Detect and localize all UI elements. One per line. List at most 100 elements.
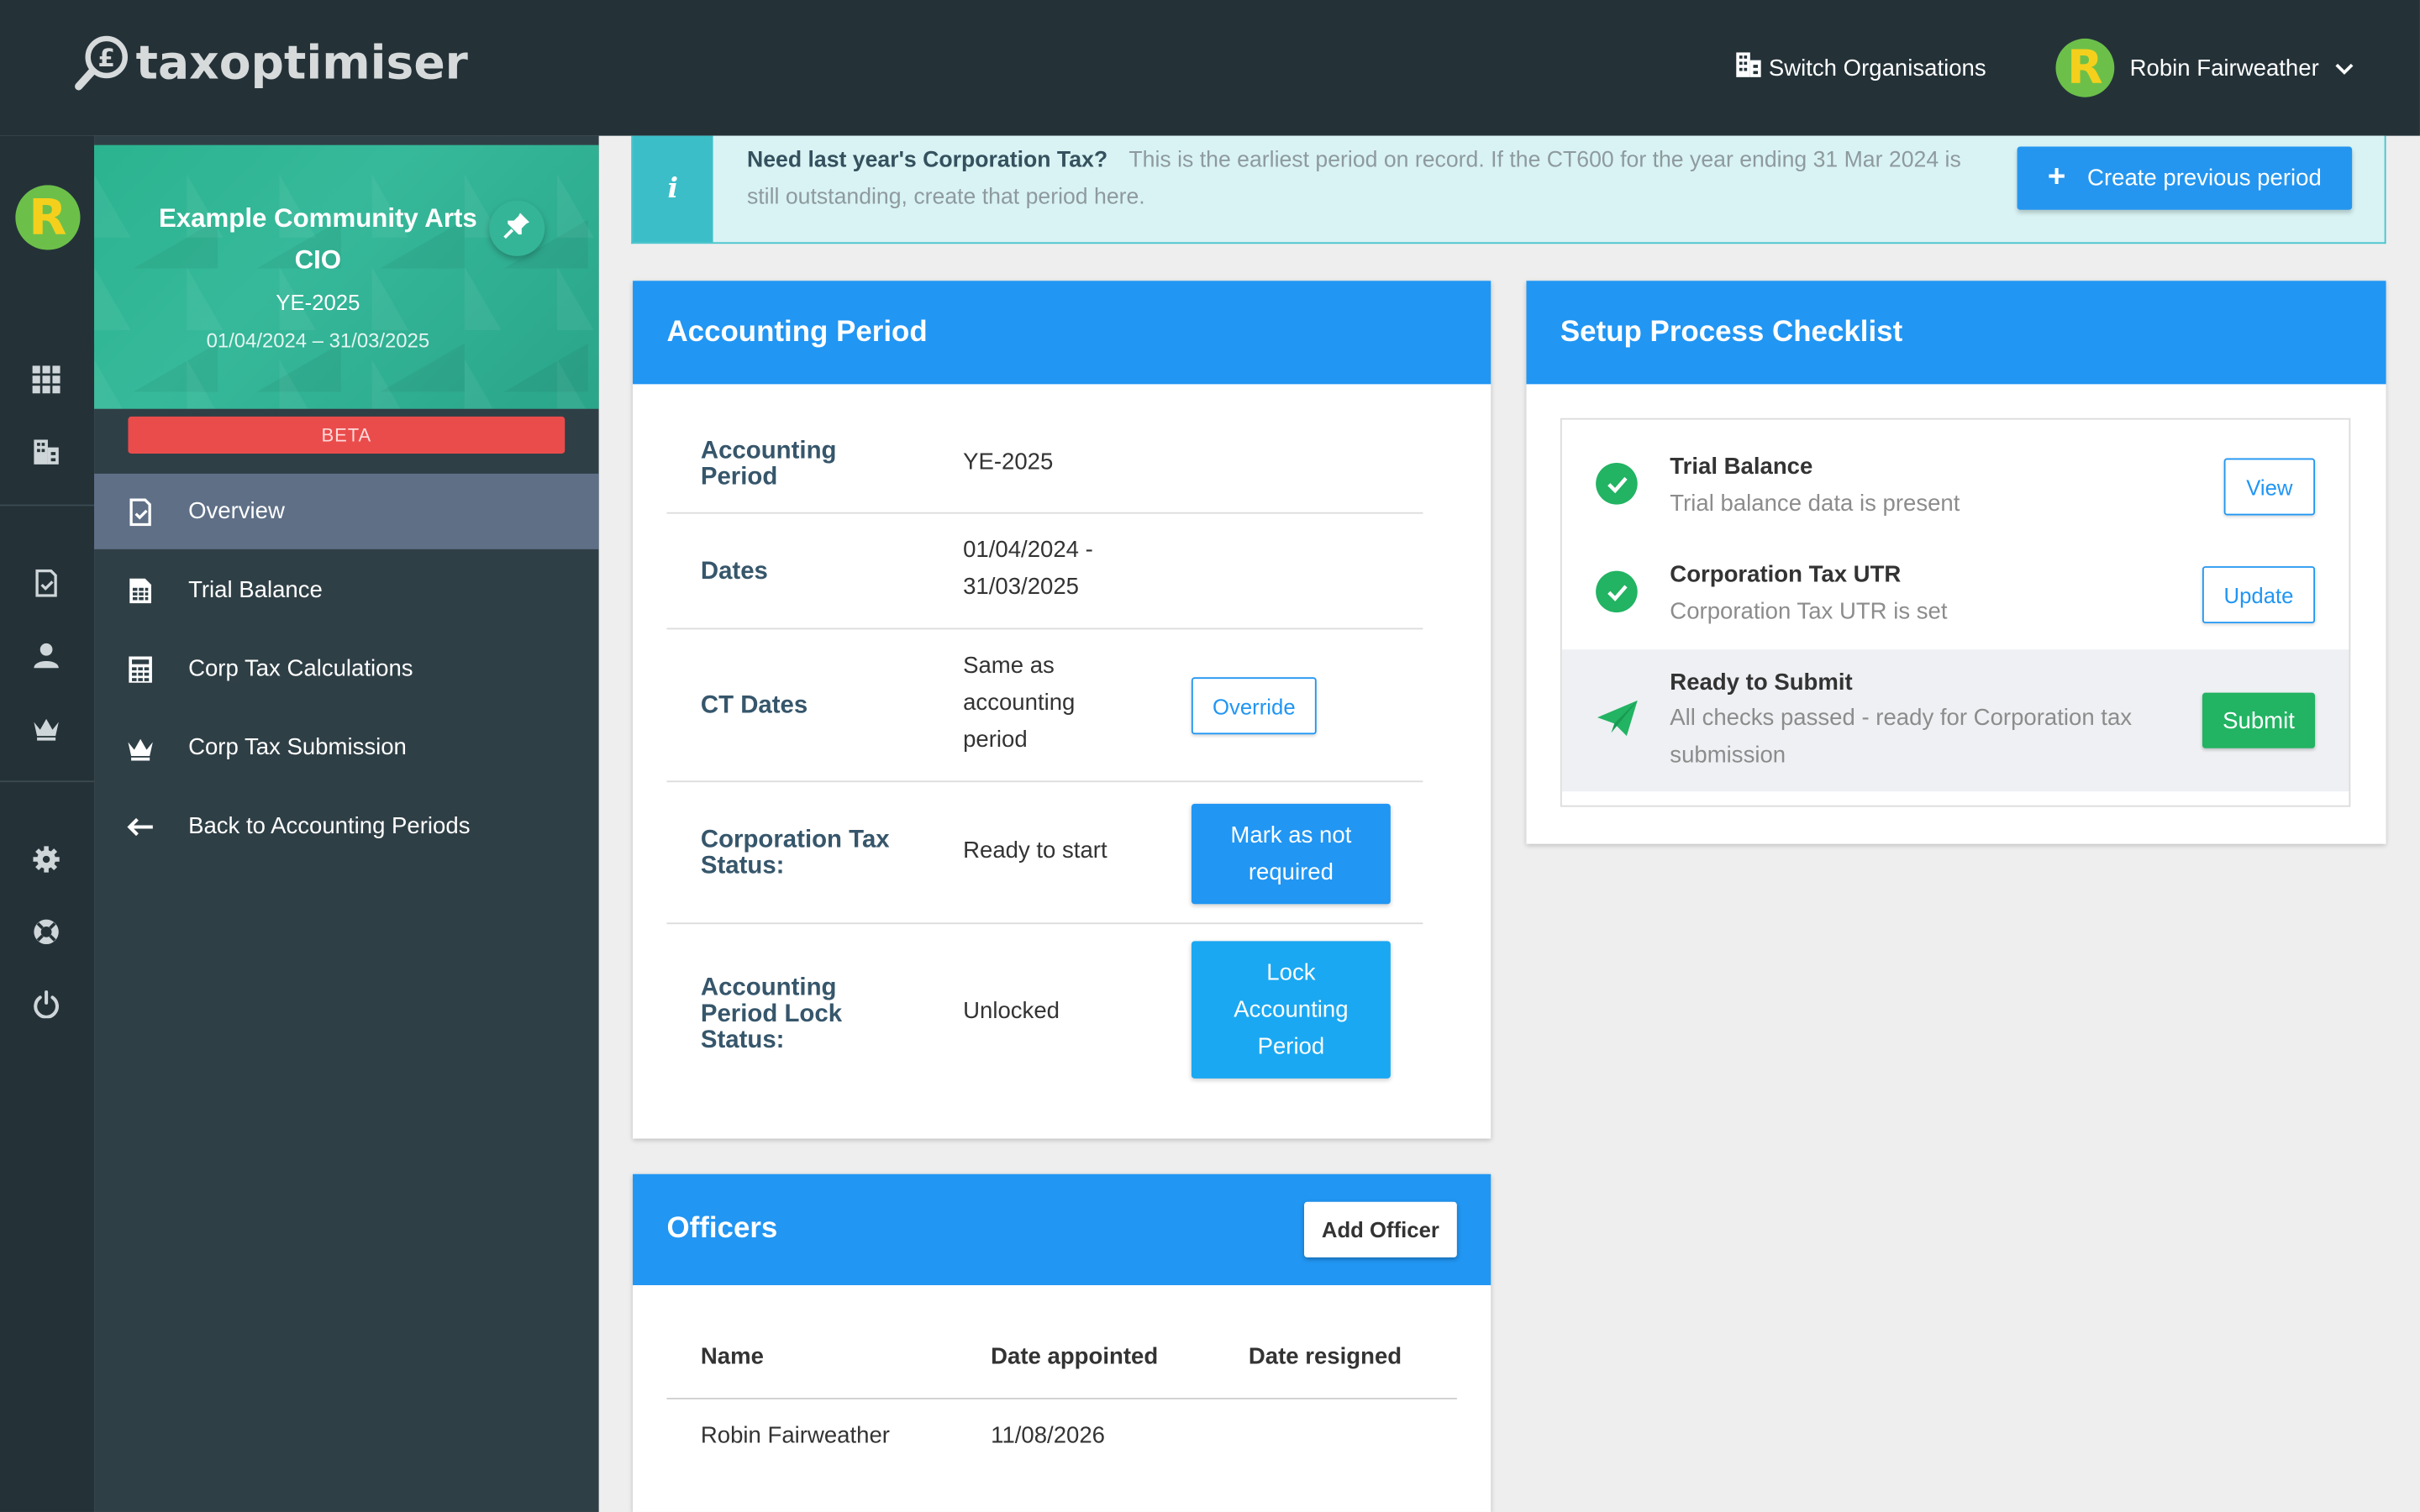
submit-button[interactable]: Submit [2202,692,2316,748]
table-row: Corporation Tax Status: Ready to start M… [666,782,1423,925]
checklist-subtitle: Trial balance data is present [1670,491,1960,517]
card-title: Accounting Period [633,281,1491,385]
paper-plane-icon [1596,699,1639,747]
create-previous-period-label: Create previous period [2087,165,2322,192]
sidebar-item-label: Overview [188,498,285,525]
table-divider [666,1398,1457,1399]
create-previous-period-button[interactable]: + Create previous period [2017,146,2353,210]
user-name: Robin Fairweather [2129,55,2319,81]
checklist-title: Ready to Submit [1670,669,1853,696]
banner-text: Need last year's Corporation Tax? This i… [747,142,1981,216]
crown-icon[interactable] [31,713,62,744]
beta-badge: BETA [128,416,566,454]
chevron-down-icon [2334,55,2353,81]
row-label: Corporation Tax Status: [700,827,890,879]
row-label: CT Dates [700,692,808,719]
override-button[interactable]: Override [1191,677,1317,735]
list-item: Trial Balance Trial balance data is pres… [1562,420,2349,529]
icon-rail: R [0,135,95,1512]
banner-title: Need last year's Corporation Tax? [746,148,1108,173]
card-title: Officers [666,1212,778,1246]
settings-icon[interactable] [31,844,62,875]
overview-icon[interactable] [31,568,62,599]
sidebar-item-label: Back to Accounting Periods [188,812,471,840]
pin-icon [503,211,531,246]
check-circle-icon [1596,570,1638,613]
organisation-card: Example Community Arts CIO YE-2025 01/04… [94,144,599,409]
view-button[interactable]: View [2223,458,2316,516]
sidebar-item-label: Trial Balance [188,576,323,604]
overview-icon [125,497,156,526]
row-value: 01/04/2024 - 31/03/2025 [963,537,1093,601]
help-lifebuoy-icon[interactable] [31,916,62,948]
user-menu[interactable]: R Robin Fairweather [2055,38,2353,97]
sidebar-item-corp-tax-calculations[interactable]: Corp Tax Calculations [94,631,599,706]
setup-checklist-card: Setup Process Checklist Trial Balance Tr… [1526,281,2386,844]
arrow-left-icon [125,816,156,837]
svg-text:£: £ [98,44,115,72]
officer-date-appointed: 11/08/2026 [991,1422,1106,1449]
checklist-title: Corporation Tax UTR [1670,561,1902,588]
table-row: Dates 01/04/2024 - 31/03/2025 [666,514,1423,630]
row-value: Ready to start [963,837,1107,864]
row-value: YE-2025 [963,449,1054,475]
calculator-icon [125,655,156,683]
officers-card: Officers Add Officer Name Date appointed… [633,1173,1491,1512]
spreadsheet-icon [125,576,156,604]
magnifier-pound-icon: £ [74,34,129,92]
sidebar-item-overview[interactable]: Overview [94,473,599,549]
organisation-period: YE-2025 [276,290,360,315]
crown-icon [125,733,156,761]
sidebar-item-trial-balance[interactable]: Trial Balance [94,553,599,628]
logo-text: taxoptimiser [135,36,468,91]
list-item: Corporation Tax UTR Corporation Tax UTR … [1562,529,2349,649]
pin-button[interactable] [489,200,545,256]
apps-grid-icon[interactable] [31,364,62,395]
checklist-subtitle: Corporation Tax UTR is set [1670,598,1948,625]
sidebar-item-corp-tax-submission[interactable]: Corp Tax Submission [94,710,599,785]
check-circle-icon [1596,463,1638,505]
sidebar-item-back-to-accounting-periods[interactable]: Back to Accounting Periods [94,789,599,864]
row-label: Accounting Period [700,438,837,491]
organisation-icon[interactable] [31,437,62,468]
table-row: CT Dates Same as accounting period Overr… [666,629,1423,783]
switch-organisations-label: Switch Organisations [1768,55,1986,81]
avatar: R [2055,38,2115,97]
logo[interactable]: £ taxoptimiser [74,34,468,92]
row-label: Dates [700,558,768,585]
column-header: Name [700,1343,764,1370]
row-label: Accounting Period Lock Status: [700,974,843,1054]
list-item: Ready to Submit All checks passed - read… [1561,649,2349,792]
top-bar: £ taxoptimiser Switch Organisations R Ro [0,0,2420,136]
row-value: Same as accounting period [963,652,1076,753]
organisation-dates: 01/04/2024 – 31/03/2025 [206,328,430,352]
card-title: Setup Process Checklist [1526,281,2386,385]
update-button[interactable]: Update [2202,566,2316,624]
mark-as-not-required-button[interactable]: Mark as not required [1191,803,1391,905]
building-icon [1734,51,1768,85]
checklist-title: Trial Balance [1670,453,1813,480]
info-banner: i Need last year's Corporation Tax? This… [631,135,2386,244]
table-row: Accounting Period Lock Status: Unlocked … [666,924,1423,1105]
card-header: Officers Add Officer [633,1173,1491,1285]
switch-organisations-button[interactable]: Switch Organisations [1734,51,1986,85]
info-icon: i [633,135,713,243]
lock-accounting-period-button[interactable]: Lock Accounting Period [1191,941,1391,1079]
organisation-name: Example Community Arts CIO [158,203,477,275]
sidebar-item-label: Corp Tax Submission [188,734,407,761]
checklist: Trial Balance Trial balance data is pres… [1560,417,2351,807]
checklist-subtitle: All checks passed - ready for Corporatio… [1670,705,2133,769]
user-icon[interactable] [31,640,62,671]
column-header: Date appointed [991,1343,1159,1370]
officer-name: Robin Fairweather [700,1422,890,1449]
avatar[interactable]: R [15,185,81,250]
sidebar: Example Community Arts CIO YE-2025 01/04… [94,135,599,1512]
plus-icon: + [2047,160,2066,195]
sidebar-item-label: Corp Tax Calculations [188,655,413,682]
rail-divider [0,504,95,507]
add-officer-button[interactable]: Add Officer [1304,1201,1457,1257]
accounting-period-card: Accounting Period Accounting Period YE-2… [633,281,1491,1139]
power-icon[interactable] [31,989,62,1020]
row-value: Unlocked [963,998,1060,1025]
column-header: Date resigned [1248,1343,1402,1370]
